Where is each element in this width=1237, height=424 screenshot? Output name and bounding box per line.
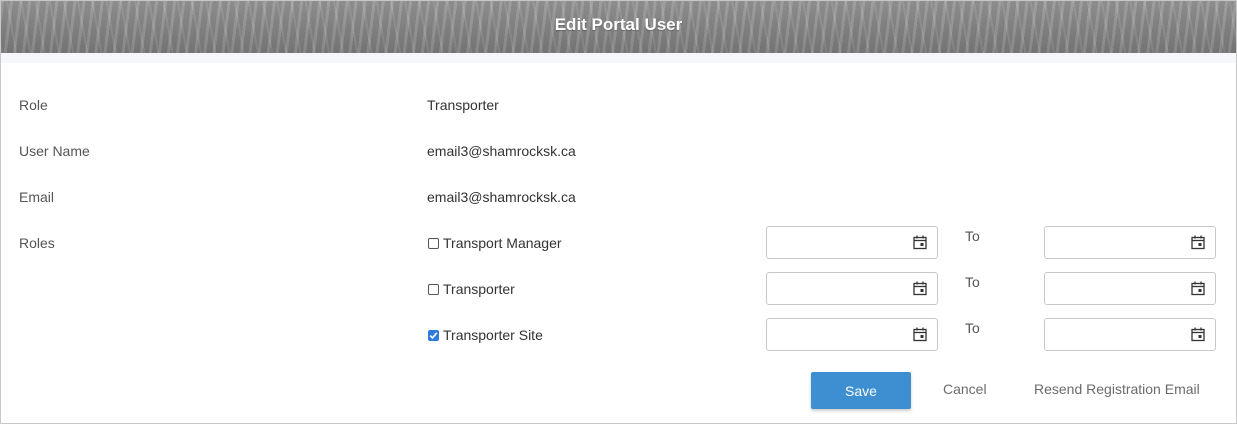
- calendar-icon[interactable]: [1191, 281, 1205, 296]
- role-to-date-input[interactable]: [1047, 275, 1191, 304]
- checkmark-icon: [429, 331, 438, 339]
- role-name: Transporter Site: [443, 327, 543, 343]
- resend-registration-email-button[interactable]: Resend Registration Email: [1034, 381, 1200, 397]
- role-to-date-field[interactable]: [1044, 272, 1216, 305]
- dialog-header: Edit Portal User: [1, 1, 1236, 53]
- role-to-date-input[interactable]: [1047, 229, 1191, 258]
- cancel-button[interactable]: Cancel: [943, 381, 987, 397]
- header-divider: [1, 53, 1236, 63]
- role-option-transporter[interactable]: Transporter: [428, 281, 515, 297]
- role-checkbox[interactable]: [428, 283, 439, 295]
- calendar-icon[interactable]: [1191, 235, 1205, 250]
- roles-label: Roles: [19, 235, 55, 251]
- role-value: Transporter: [427, 97, 499, 113]
- edit-portal-user-dialog: Edit Portal User Role Transporter User N…: [0, 0, 1237, 424]
- role-to-date-field[interactable]: [1044, 226, 1216, 259]
- role-checkbox[interactable]: [428, 329, 439, 341]
- to-label: To: [965, 320, 980, 336]
- role-from-date-input[interactable]: [769, 321, 913, 350]
- role-from-date-field[interactable]: [766, 226, 938, 259]
- dialog-title: Edit Portal User: [554, 15, 683, 34]
- role-from-date-field[interactable]: [766, 272, 938, 305]
- role-option-transporter-site[interactable]: Transporter Site: [428, 327, 543, 343]
- role-label: Role: [19, 97, 48, 113]
- calendar-icon[interactable]: [913, 327, 927, 342]
- role-to-date-field[interactable]: [1044, 318, 1216, 351]
- email-value: email3@shamrocksk.ca: [427, 189, 576, 205]
- role-from-date-field[interactable]: [766, 318, 938, 351]
- to-label: To: [965, 228, 980, 244]
- calendar-icon[interactable]: [913, 235, 927, 250]
- username-value: email3@shamrocksk.ca: [427, 143, 576, 159]
- username-label: User Name: [19, 143, 90, 159]
- role-option-transport-manager[interactable]: Transport Manager: [428, 235, 562, 251]
- role-name: Transport Manager: [443, 235, 562, 251]
- role-from-date-input[interactable]: [769, 275, 913, 304]
- role-from-date-input[interactable]: [769, 229, 913, 258]
- calendar-icon[interactable]: [1191, 327, 1205, 342]
- role-name: Transporter: [443, 281, 515, 297]
- to-label: To: [965, 274, 980, 290]
- role-checkbox[interactable]: [428, 237, 439, 249]
- role-to-date-input[interactable]: [1047, 321, 1191, 350]
- save-button[interactable]: Save: [811, 372, 911, 409]
- email-label: Email: [19, 189, 55, 205]
- calendar-icon[interactable]: [913, 281, 927, 296]
